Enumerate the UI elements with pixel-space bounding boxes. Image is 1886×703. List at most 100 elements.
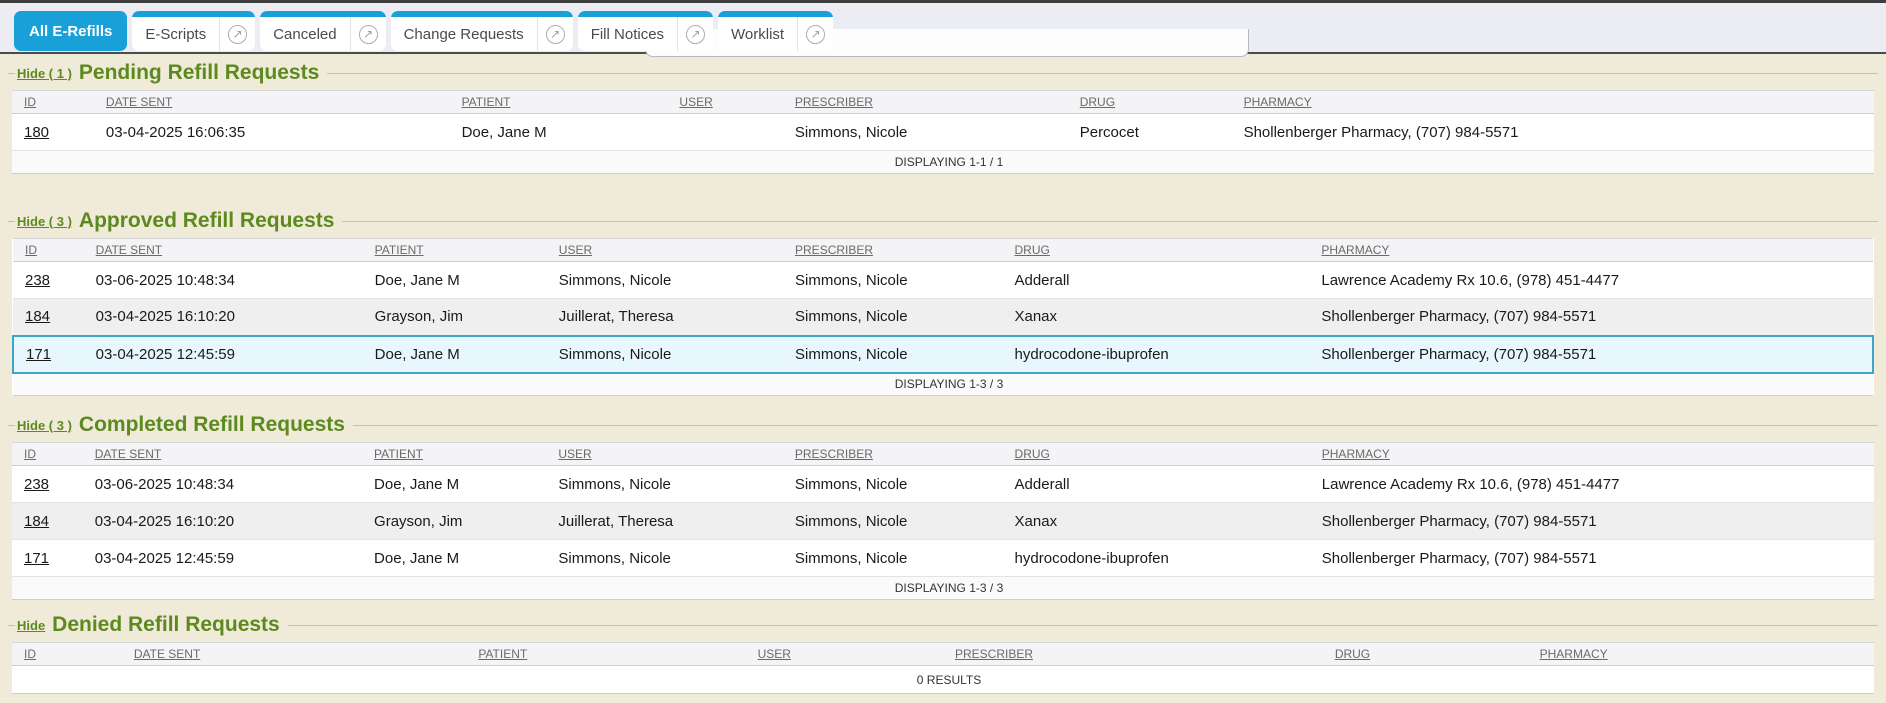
cell: Shollenberger Pharmacy, (707) 984-5571 (1310, 503, 1874, 540)
section-header-denied: Hide Denied Refill Requests (8, 600, 1878, 640)
column-header-id[interactable]: ID (13, 239, 84, 262)
table-row[interactable]: 23803-06-2025 10:48:34Doe, Jane MSimmons… (13, 262, 1873, 299)
column-header-patient[interactable]: PATIENT (362, 443, 546, 466)
arrow-up-right-icon: ↗ (228, 25, 247, 44)
section-header-completed: Hide ( 3 )Completed Refill Requests (8, 396, 1878, 440)
section-rule (342, 221, 1878, 222)
refill-sections: Hide ( 1 )Pending Refill RequestsIDDATE … (0, 54, 1886, 703)
column-header-prescriber[interactable]: PRESCRIBER (943, 643, 1323, 666)
cell: Simmons, Nicole (783, 114, 1068, 151)
column-header-patient[interactable]: PATIENT (363, 239, 547, 262)
results-count: DISPLAYING 1-1 / 1 (12, 151, 1874, 174)
column-header-id[interactable]: ID (12, 91, 94, 114)
section-approved: Hide ( 3 )Approved Refill Requests IDDATE… (0, 174, 1886, 396)
open-external-button[interactable]: ↗ (350, 17, 386, 51)
tab-canceled[interactable]: Canceled ↗ (260, 11, 385, 51)
hide-link[interactable]: Hide ( 3 ) (17, 418, 72, 433)
cell: Doe, Jane M (363, 336, 547, 373)
arrow-up-right-icon: ↗ (359, 25, 378, 44)
cell: Shollenberger Pharmacy, (707) 984-5571 (1309, 336, 1873, 373)
open-external-button[interactable]: ↗ (677, 17, 713, 51)
column-header-prescriber[interactable]: PRESCRIBER (783, 239, 1002, 262)
column-header-drug[interactable]: DRUG (1323, 643, 1528, 666)
column-header-id[interactable]: ID (12, 643, 122, 666)
column-header-pharmacy[interactable]: PHARMACY (1528, 643, 1874, 666)
column-header-date-sent[interactable]: DATE SENT (122, 643, 466, 666)
open-external-button[interactable]: ↗ (537, 17, 573, 51)
cell: Simmons, Nicole (783, 503, 1003, 540)
section-title: Denied Refill Requests (52, 610, 280, 640)
column-header-drug[interactable]: DRUG (1068, 91, 1232, 114)
cell: Juillerat, Theresa (547, 299, 783, 336)
section-header-approved: Hide ( 3 )Approved Refill Requests (8, 174, 1878, 236)
tab-label: Canceled (260, 11, 349, 51)
tab-e-scripts[interactable]: E-Scripts↗ (132, 11, 255, 51)
column-header-drug[interactable]: DRUG (1003, 443, 1310, 466)
hide-link[interactable]: Hide ( 3 ) (17, 214, 72, 229)
hide-link[interactable]: Hide ( 1 ) (17, 66, 72, 81)
arrow-up-right-icon: ↗ (806, 25, 825, 44)
column-header-user[interactable]: USER (546, 443, 782, 466)
table-row[interactable]: 17103-04-2025 12:45:59Doe, Jane MSimmons… (12, 540, 1874, 577)
cell: 171 (12, 540, 83, 577)
cell: 03-04-2025 12:45:59 (84, 336, 363, 373)
column-header-date-sent[interactable]: DATE SENT (84, 239, 363, 262)
arrow-up-right-icon: ↗ (686, 25, 705, 44)
column-header-date-sent[interactable]: DATE SENT (83, 443, 362, 466)
tab-label: All E-Refills (14, 11, 127, 51)
cell (667, 114, 782, 151)
cell: Doe, Jane M (450, 114, 668, 151)
cell: Doe, Jane M (362, 540, 546, 577)
record-id-link[interactable]: 171 (24, 550, 49, 567)
column-header-patient[interactable]: PATIENT (466, 643, 745, 666)
record-id-link[interactable]: 184 (25, 308, 50, 325)
column-header-prescriber[interactable]: PRESCRIBER (783, 91, 1068, 114)
record-id-link[interactable]: 180 (24, 124, 49, 141)
cell: Adderall (1003, 466, 1310, 503)
column-header-patient[interactable]: PATIENT (450, 91, 668, 114)
hide-link[interactable]: Hide (17, 618, 45, 633)
tab-change-requests[interactable]: Change Requests↗ (391, 11, 573, 51)
column-header-pharmacy[interactable]: PHARMACY (1309, 239, 1873, 262)
column-header-drug[interactable]: DRUG (1002, 239, 1309, 262)
table-row[interactable]: 171 03-04-2025 12:45:59Doe, Jane MSimmons… (13, 336, 1873, 373)
cell: Simmons, Nicole (783, 540, 1003, 577)
column-header-prescriber[interactable]: PRESCRIBER (783, 443, 1003, 466)
record-id-link[interactable]: 238 (24, 476, 49, 493)
table-footer-row: DISPLAYING 1-3 / 3 (12, 577, 1874, 600)
cell: Shollenberger Pharmacy, (707) 984-5571 (1310, 540, 1874, 577)
tab-bar: All E-RefillsE-Scripts↗Canceled↗Change R… (0, 3, 1886, 54)
tab-label: Change Requests (391, 11, 537, 51)
table-row[interactable]: 18403-04-2025 16:10:20Grayson, JimJuille… (13, 299, 1873, 336)
table-row[interactable]: 18403-04-2025 16:10:20Grayson, JimJuille… (12, 503, 1874, 540)
table-row[interactable]: 23803-06-2025 10:48:34Doe, Jane MSimmons… (12, 466, 1874, 503)
tab-worklist[interactable]: Worklist↗ (718, 11, 833, 51)
cell: 03-04-2025 16:06:35 (94, 114, 450, 151)
column-header-user[interactable]: USER (746, 643, 943, 666)
cell: Shollenberger Pharmacy, (707) 984-5571 (1309, 299, 1873, 336)
column-header-user[interactable]: USER (667, 91, 782, 114)
cell: Doe, Jane M (362, 466, 546, 503)
column-header-pharmacy[interactable]: PHARMACY (1232, 91, 1874, 114)
tab-fill-notices[interactable]: Fill Notices↗ (578, 11, 713, 51)
tab-all-e-refills[interactable]: All E-Refills (14, 11, 127, 51)
cell: 171 (13, 336, 84, 373)
table-row[interactable]: 180 03-04-2025 16:06:35Doe, Jane M Simmons… (12, 114, 1874, 151)
header-row: IDDATE SENTPATIENTUSERPRESCRIBERDRUGPHAR… (12, 91, 1874, 114)
open-external-button[interactable]: ↗ (797, 17, 833, 51)
column-header-user[interactable]: USER (547, 239, 783, 262)
column-header-date-sent[interactable]: DATE SENT (94, 91, 450, 114)
section-title: Pending Refill Requests (79, 58, 319, 88)
results-count: DISPLAYING 1-3 / 3 (12, 577, 1874, 600)
cell: Simmons, Nicole (547, 336, 783, 373)
section-header-pending: Hide ( 1 ) Pending Refill Requests (8, 54, 1878, 88)
record-id-link[interactable]: 184 (24, 513, 49, 530)
record-id-link[interactable]: 171 (26, 346, 51, 363)
column-header-pharmacy[interactable]: PHARMACY (1310, 443, 1874, 466)
open-external-button[interactable]: ↗ (219, 17, 255, 51)
column-header-id[interactable]: ID (12, 443, 83, 466)
cell: Adderall (1002, 262, 1309, 299)
cell: Grayson, Jim (362, 503, 546, 540)
record-id-link[interactable]: 238 (25, 272, 50, 289)
refill-table-completed: IDDATE SENTPATIENTUSERPRESCRIBERDRUGPHAR… (12, 442, 1874, 600)
